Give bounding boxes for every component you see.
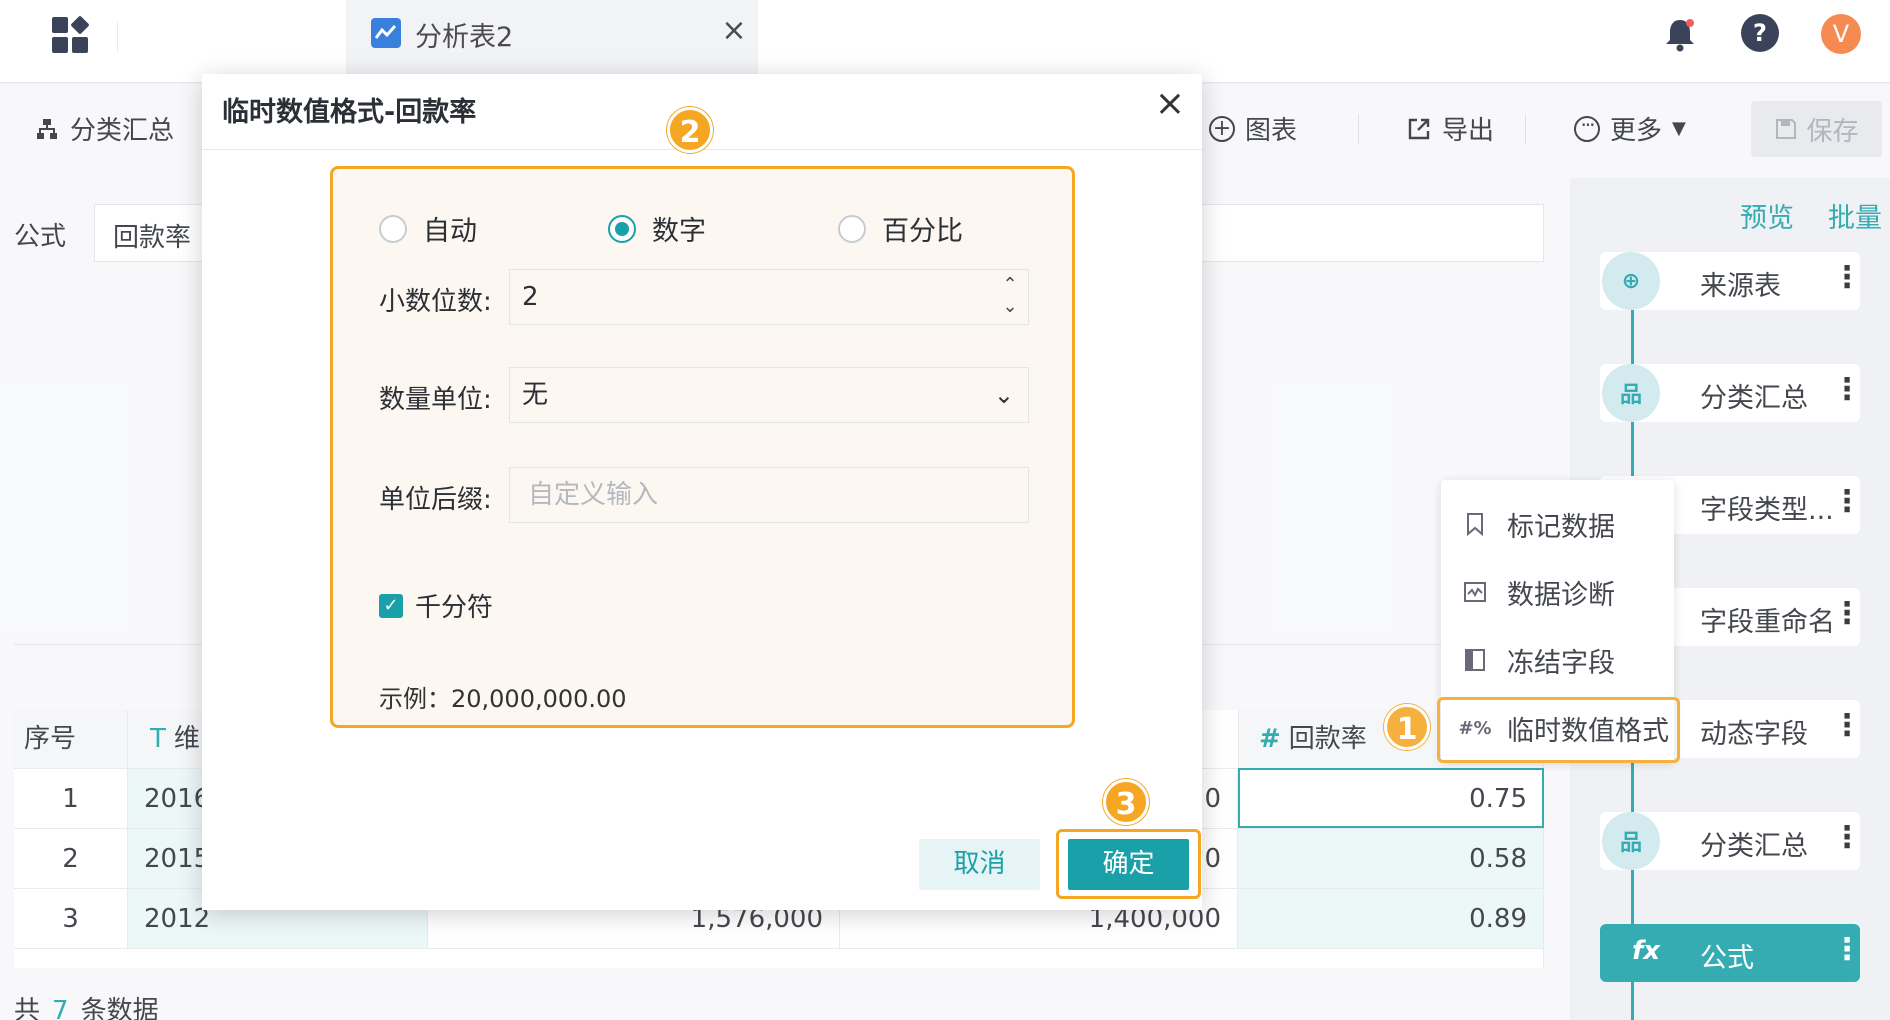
decimal-stepper[interactable]: 2 ⌃ ⌄ — [509, 269, 1029, 325]
unit-value: 无 — [522, 380, 549, 410]
step-badge-2: 2 — [667, 107, 713, 153]
suffix-input[interactable]: 自定义输入 — [509, 467, 1029, 523]
chevron-down-icon: ⌄ — [993, 381, 1014, 409]
decimal-value: 2 — [522, 282, 539, 312]
thousands-label: 千分符 — [415, 593, 494, 623]
step-badge-3: 3 — [1103, 779, 1149, 825]
cancel-button[interactable]: 取消 — [919, 839, 1040, 890]
radio-label: 自动 — [423, 216, 477, 247]
suffix-label: 单位后缀: — [379, 485, 492, 515]
format-options-panel: 自动 数字 百分比 小数位数: 2 ⌃ ⌄ 数量单位: 无 ⌄ 单位后缀: 自定义… — [330, 166, 1075, 728]
radio-number[interactable]: 数字 — [608, 209, 706, 248]
number-format-dialog: 临时数值格式-回款率 × 自动 数字 百分比 小数位数: 2 ⌃ ⌄ 数量单位: … — [202, 74, 1202, 910]
radio-percent[interactable]: 百分比 — [838, 209, 963, 248]
unit-label: 数量单位: — [379, 385, 492, 415]
decimal-label: 小数位数: — [379, 287, 492, 317]
close-icon[interactable]: × — [1150, 84, 1190, 124]
radio-auto[interactable]: 自动 — [379, 209, 477, 248]
unit-select[interactable]: 无 ⌄ — [509, 367, 1029, 423]
checkbox-checked-icon: ✓ — [379, 593, 403, 618]
radio-label: 数字 — [652, 216, 706, 247]
dialog-title: 临时数值格式-回款率 — [222, 97, 477, 128]
radio-circle-checked — [608, 214, 636, 243]
stepper-arrows-icon[interactable]: ⌃ ⌄ — [1000, 274, 1020, 318]
thousands-separator-checkbox[interactable]: ✓ 千分符 — [379, 587, 493, 624]
radio-circle — [838, 214, 866, 243]
confirm-button[interactable]: 确定 — [1068, 839, 1189, 890]
radio-circle — [379, 214, 407, 243]
radio-label: 百分比 — [882, 216, 963, 247]
format-example: 示例：20,000,000.00 — [379, 685, 627, 713]
